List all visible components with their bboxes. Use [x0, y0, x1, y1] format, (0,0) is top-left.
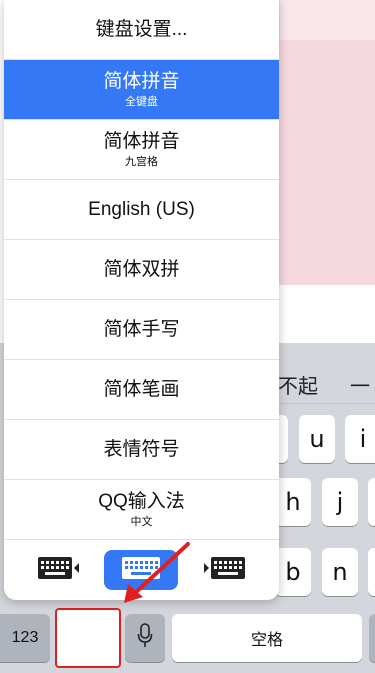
menu-item-shuangpin[interactable]: 简体双拼 — [4, 240, 279, 300]
menu-item-pinyin-9key[interactable]: 简体拼音 九宫格 — [4, 120, 279, 180]
keyboard-right-icon — [202, 555, 246, 586]
key-j[interactable]: j — [322, 478, 358, 526]
dictation-key[interactable] — [125, 614, 165, 662]
key-partial[interactable] — [369, 614, 375, 662]
key-i[interactable]: i — [345, 415, 375, 463]
background-app-band — [270, 285, 375, 343]
candidate-word[interactable]: 一 — [350, 370, 370, 399]
key-b[interactable]: b — [275, 548, 311, 596]
key-n[interactable]: n — [322, 548, 358, 596]
numbers-key[interactable]: 123 — [0, 614, 50, 662]
key-partial[interactable] — [368, 478, 375, 526]
key-h[interactable]: h — [275, 478, 311, 526]
menu-item-english-us[interactable]: English (US) — [4, 180, 279, 240]
key-u[interactable]: u — [299, 415, 335, 463]
keyboard-left-icon — [37, 555, 81, 586]
menu-item-emoji[interactable]: 表情符号 — [4, 420, 279, 480]
input-method-menu: 键盘设置... 简体拼音 全键盘 简体拼音 九宫格 English (US) 简… — [4, 0, 279, 600]
candidate-word[interactable]: 不起 — [278, 370, 318, 399]
menu-item-keyboard-settings[interactable]: 键盘设置... — [4, 0, 279, 60]
keyboard-full-icon — [121, 555, 161, 586]
menu-item-qq-input[interactable]: QQ输入法 中文 — [4, 480, 279, 540]
globe-key-highlight[interactable] — [55, 608, 121, 668]
menu-item-pinyin-full[interactable]: 简体拼音 全键盘 — [4, 60, 279, 120]
keyboard-layout-switcher — [4, 540, 279, 600]
keyboard-left-button[interactable] — [22, 550, 96, 590]
keyboard-full-button[interactable] — [104, 550, 178, 590]
candidate-divider — [270, 403, 375, 404]
keyboard-right-button[interactable] — [187, 550, 261, 590]
menu-item-handwriting[interactable]: 简体手写 — [4, 300, 279, 360]
key-partial[interactable] — [368, 548, 375, 596]
background-app-content — [270, 0, 375, 285]
background-app-header — [280, 0, 375, 40]
menu-item-stroke[interactable]: 简体笔画 — [4, 360, 279, 420]
microphone-icon — [137, 622, 153, 654]
space-key[interactable]: 空格 — [172, 614, 362, 662]
